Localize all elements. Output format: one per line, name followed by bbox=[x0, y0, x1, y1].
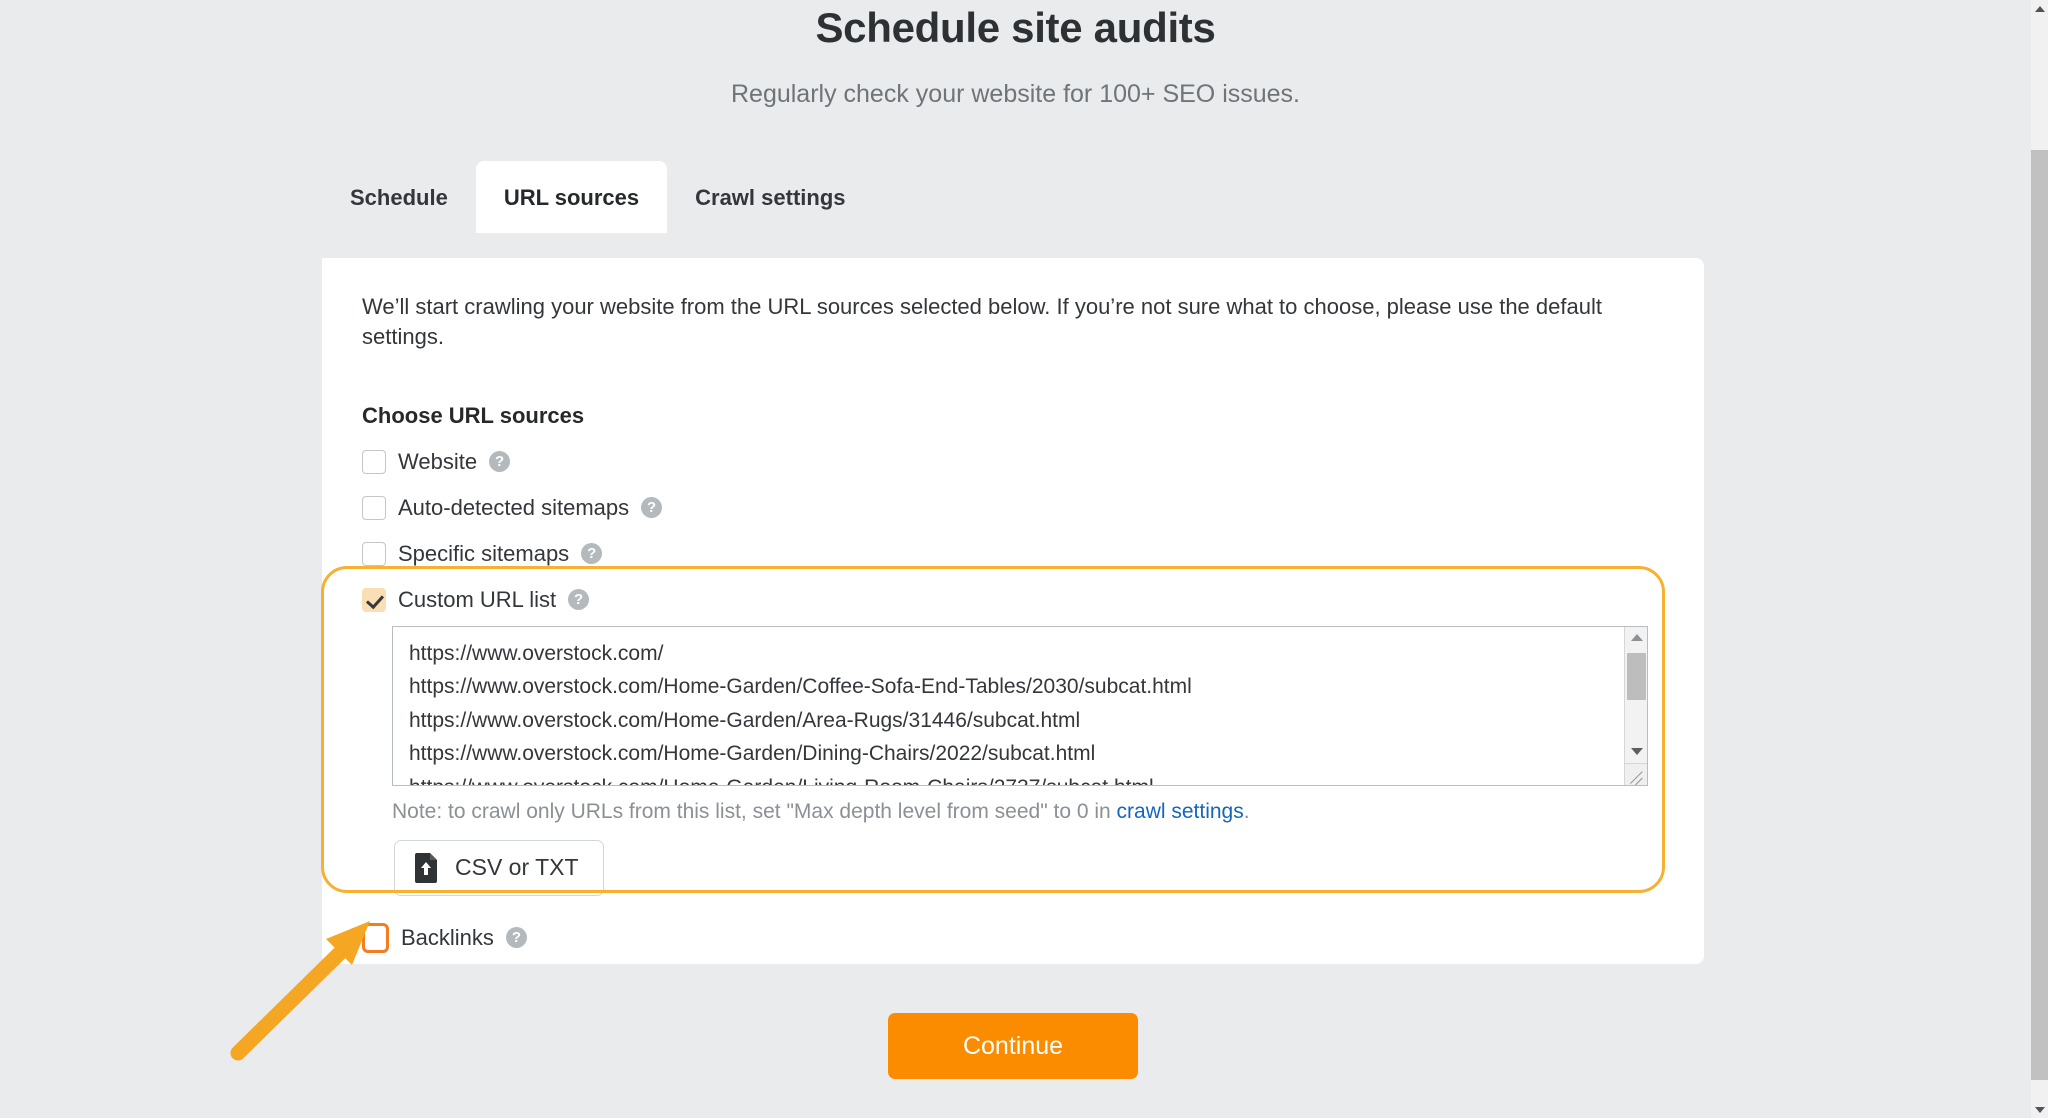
help-icon-backlinks[interactable]: ? bbox=[505, 927, 527, 949]
choose-url-sources-heading: Choose URL sources bbox=[362, 402, 585, 428]
page-subtitle: Regularly check your website for 100+ SE… bbox=[730, 80, 1301, 109]
scroll-down-arrow-icon[interactable] bbox=[1625, 741, 1647, 763]
label-auto-detected-sitemaps: Auto-detected sitemaps bbox=[398, 494, 630, 520]
page-scrollbar[interactable] bbox=[2031, 0, 2048, 1118]
source-row-auto-detected-sitemaps[interactable]: Auto-detected sitemaps ? bbox=[362, 495, 1664, 521]
help-icon-auto-detected-sitemaps[interactable]: ? bbox=[641, 497, 663, 519]
page-scroll-region: Schedule site audits Regularly check you… bbox=[0, 0, 2031, 1118]
note-text-after: . bbox=[1243, 799, 1250, 823]
continue-button[interactable]: Continue bbox=[888, 1013, 1138, 1079]
textarea-resize-grip-icon[interactable] bbox=[1624, 762, 1647, 785]
crawl-depth-note: Note: to crawl only URLs from this list,… bbox=[392, 800, 1664, 824]
tab-crawl-settings[interactable]: Crawl settings bbox=[667, 161, 873, 233]
url-line: https://www.overstock.com/Home-Garden/Li… bbox=[409, 771, 1633, 785]
checkbox-auto-detected-sitemaps[interactable] bbox=[362, 495, 386, 520]
url-textarea-content: https://www.overstock.com/ https://www.o… bbox=[393, 627, 1647, 785]
help-icon-website[interactable]: ? bbox=[489, 451, 511, 473]
label-custom-url-list: Custom URL list bbox=[398, 586, 557, 612]
label-backlinks: Backlinks bbox=[401, 924, 494, 950]
source-row-custom-url-list[interactable]: Custom URL list ? bbox=[362, 587, 1664, 613]
tab-bar: Schedule URL sources Crawl settings bbox=[322, 161, 874, 233]
custom-url-list-field[interactable]: https://www.overstock.com/ https://www.o… bbox=[392, 625, 1648, 786]
textarea-scroll-thumb[interactable] bbox=[1627, 652, 1646, 700]
textarea-scrollbar[interactable] bbox=[1624, 626, 1647, 785]
checkbox-specific-sitemaps[interactable] bbox=[362, 541, 386, 566]
label-specific-sitemaps: Specific sitemaps bbox=[398, 540, 570, 566]
file-upload-icon bbox=[415, 852, 439, 883]
crawl-settings-link[interactable]: crawl settings bbox=[1117, 800, 1244, 823]
tab-url-sources[interactable]: URL sources bbox=[475, 161, 668, 233]
url-sources-panel: We’ll start crawling your website from t… bbox=[322, 258, 1704, 964]
page-title: Schedule site audits bbox=[815, 4, 1216, 51]
help-icon-custom-url-list[interactable]: ? bbox=[568, 589, 590, 611]
checkbox-backlinks[interactable] bbox=[362, 922, 389, 953]
panel-intro-text: We’ll start crawling your website from t… bbox=[362, 294, 1602, 350]
url-line: https://www.overstock.com/Home-Garden/Co… bbox=[409, 675, 1192, 699]
page-scroll-down-arrow-icon[interactable] bbox=[2031, 1101, 2048, 1118]
url-textarea[interactable]: https://www.overstock.com/ https://www.o… bbox=[392, 625, 1648, 786]
checkbox-custom-url-list[interactable] bbox=[362, 587, 386, 612]
label-website: Website bbox=[398, 448, 478, 474]
page-scroll-thumb[interactable] bbox=[2031, 150, 2048, 1080]
source-row-website[interactable]: Website ? bbox=[362, 449, 1664, 475]
url-line: https://www.overstock.com/Home-Garden/Di… bbox=[409, 742, 1096, 766]
url-line: https://www.overstock.com/Home-Garden/Ar… bbox=[409, 708, 1081, 732]
scroll-up-arrow-icon[interactable] bbox=[1625, 627, 1647, 649]
checkbox-website[interactable] bbox=[362, 449, 386, 474]
tab-schedule[interactable]: Schedule bbox=[322, 161, 476, 233]
note-text-before: Note: to crawl only URLs from this list,… bbox=[392, 799, 1117, 823]
upload-button-label: CSV or TXT bbox=[455, 854, 579, 881]
source-row-specific-sitemaps[interactable]: Specific sitemaps ? bbox=[362, 541, 1664, 567]
source-row-backlinks[interactable]: Backlinks ? bbox=[362, 922, 1664, 953]
url-line: https://www.overstock.com/ bbox=[409, 641, 664, 665]
upload-csv-or-txt-button[interactable]: CSV or TXT bbox=[394, 839, 604, 896]
help-icon-specific-sitemaps[interactable]: ? bbox=[581, 543, 603, 565]
page-scroll-up-arrow-icon[interactable] bbox=[2031, 0, 2048, 17]
